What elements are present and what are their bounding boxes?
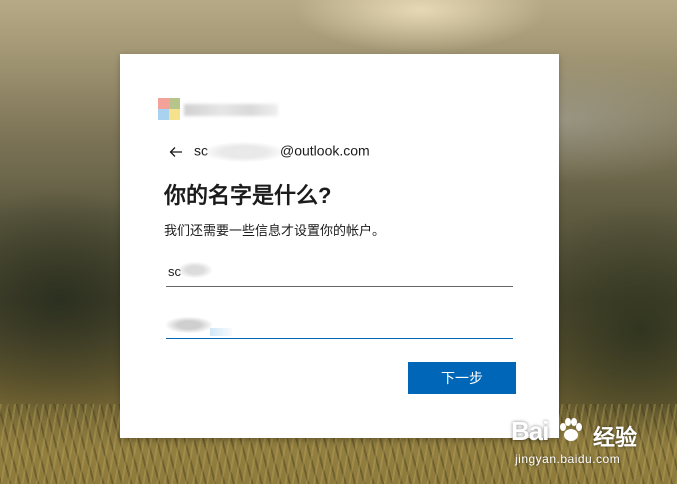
back-arrow-icon[interactable] (168, 144, 184, 160)
baidu-jingyan-watermark: Bai 经验 jingyan.baidu.com (507, 414, 667, 474)
watermark-url: jingyan.baidu.com (515, 452, 621, 466)
next-button[interactable]: 下一步 (408, 362, 516, 394)
page-description: 我们还需要一些信息才设置你的帐户。 (164, 223, 386, 238)
email-redacted (204, 142, 284, 162)
last-name-redacted (166, 317, 212, 333)
signup-card: sc @outlook.com 你的名字是什么? 我们还需要一些信息才设置你的帐户… (120, 54, 559, 438)
last-name-redacted-tail (210, 328, 232, 336)
last-name-field[interactable] (166, 308, 515, 339)
email-suffix: @outlook.com (280, 142, 370, 159)
watermark-brand-suffix: 经验 (593, 425, 638, 450)
watermark-brand: Bai (511, 416, 549, 446)
page-title: 你的名字是什么? (164, 183, 332, 208)
first-name-input[interactable] (166, 256, 515, 286)
first-name-field[interactable] (166, 256, 515, 287)
microsoft-logo-icon (158, 98, 278, 122)
logo-wordmark-blurred (184, 104, 278, 116)
first-name-redacted (178, 262, 212, 278)
paw-icon (560, 418, 582, 441)
identity-email: sc @outlook.com (194, 142, 370, 162)
identity-row: sc @outlook.com (168, 142, 370, 162)
